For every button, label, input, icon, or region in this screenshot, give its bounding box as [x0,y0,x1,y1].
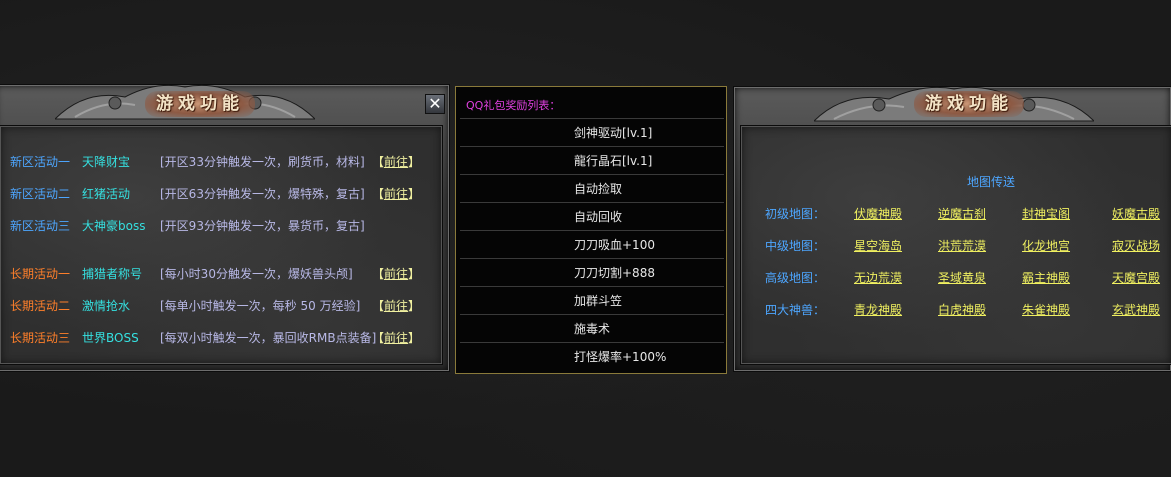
activity-name: 天降财宝 [82,155,131,169]
activity-desc: [每双小时触发一次，暴回收RMB点装备] [160,331,377,345]
map-link[interactable]: 星空海岛 [854,237,902,254]
activity-desc: [开区93分钟触发一次，暴货币，复古] [160,219,365,233]
panel-title: 游戏功能 [914,91,1024,117]
activity-label: 长期活动三 [10,331,71,345]
go-link[interactable]: 【前往】 [372,153,420,170]
activity-desc: [开区63分钟触发一次，爆特殊，复古] [160,187,365,201]
map-link[interactable]: 朱雀神殿 [1022,301,1070,318]
map-link[interactable]: 妖魔古殿 [1112,205,1160,222]
map-link[interactable]: 寂灭战场 [1112,237,1160,254]
panel-title: 游戏功能 [145,91,255,117]
map-row-label: 四大神兽： [765,303,826,317]
reward-list-title: QQ礼包奖励列表： [466,99,561,112]
reward-list-panel: QQ礼包奖励列表： 剑神驱动[lv.1] 龍行晶石[lv.1] 自动捡取 自动回… [455,86,727,374]
map-link[interactable]: 无边荒漠 [854,269,902,286]
reward-item: 打怪爆率+100% [460,342,724,371]
map-link[interactable]: 逆魔古刹 [938,205,986,222]
reward-item: 自动回收 [460,202,724,231]
map-link[interactable]: 伏魔神殿 [854,205,902,222]
activity-name: 世界BOSS [82,331,139,345]
map-teleport-panel: 游戏功能 地图传送 初级地图： 伏魔神殿 逆魔古刹 封神宝阁 妖魔古殿 中级地图… [733,86,1171,372]
map-link[interactable]: 化龙地宫 [1022,237,1070,254]
map-link[interactable]: 洪荒荒漠 [938,237,986,254]
reward-item: 自动捡取 [460,174,724,203]
map-row-label: 中级地图： [765,239,826,253]
map-row-label: 初级地图： [765,207,826,221]
reward-item: 刀刀吸血+100 [460,230,724,259]
go-link[interactable]: 【前往】 [372,185,420,202]
map-link[interactable]: 天魔宫殿 [1112,269,1160,286]
map-link[interactable]: 封神宝阁 [1022,205,1070,222]
activity-desc: [每小时30分触发一次，爆妖兽头颅] [160,267,353,281]
activity-name: 捕猎者称号 [82,267,143,281]
activity-name: 激情抢水 [82,299,131,313]
activity-list: 新区活动一 天降财宝 [开区33分钟触发一次，刷货币，材料] 【前往】 新区活动… [0,125,443,365]
map-section-title: 地图传送 [967,175,1016,189]
reward-item: 加群斗笠 [460,286,724,315]
map-link[interactable]: 圣域黄泉 [938,269,986,286]
activity-label: 新区活动一 [10,155,71,169]
map-link[interactable]: 青龙神殿 [854,301,902,318]
map-list: 地图传送 初级地图： 伏魔神殿 逆魔古刹 封神宝阁 妖魔古殿 中级地图： 星空海… [740,125,1171,365]
map-link[interactable]: 白虎神殿 [938,301,986,318]
activity-name: 大神豪boss [82,219,146,233]
go-link[interactable]: 【前往】 [372,265,420,282]
go-link[interactable]: 【前往】 [372,329,420,346]
close-button[interactable]: ✕ [425,94,445,114]
activity-name: 红猪活动 [82,187,131,201]
activity-label: 长期活动二 [10,299,71,313]
reward-item: 刀刀切割+888 [460,258,724,287]
activity-label: 长期活动一 [10,267,71,281]
map-link[interactable]: 霸主神殿 [1022,269,1070,286]
reward-item: 龍行晶石[lv.1] [460,146,724,175]
activity-desc: [每单小时触发一次，每秒 50 万经验] [160,299,361,313]
reward-item: 剑神驱动[lv.1] [460,118,724,147]
activity-label: 新区活动二 [10,187,71,201]
activity-label: 新区活动三 [10,219,71,233]
go-link[interactable]: 【前往】 [372,297,420,314]
activity-desc: [开区33分钟触发一次，刷货币，材料] [160,155,365,169]
reward-item: 施毒术 [460,314,724,343]
map-row-label: 高级地图： [765,271,826,285]
activity-panel: 游戏功能 ✕ 新区活动一 天降财宝 [开区33分钟触发一次，刷货币，材料] 【前… [0,84,450,372]
map-link[interactable]: 玄武神殿 [1112,301,1160,318]
